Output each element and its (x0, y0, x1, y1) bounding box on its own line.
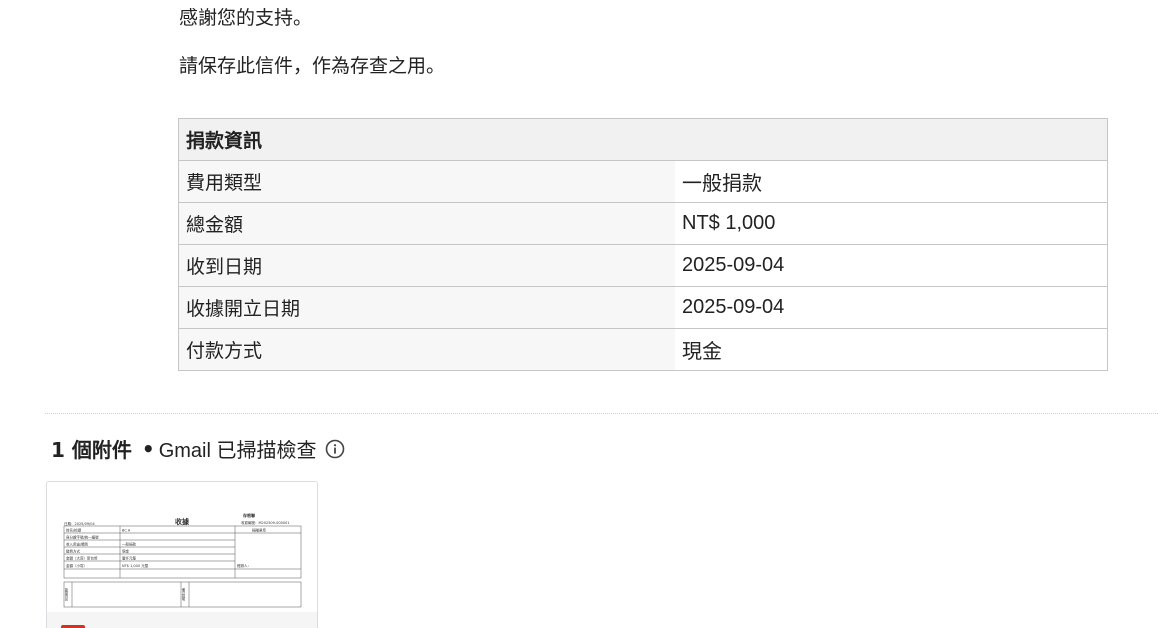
row-label: 費用類型 (178, 160, 675, 203)
table-row: 總金額 NT$ 1,000 (178, 202, 1108, 245)
row-value: 2025-09-04 (675, 286, 1108, 329)
row-value: 2025-09-04 (675, 244, 1108, 287)
attachments-header: 1 個附件 • Gmail 已掃描檢查 (51, 434, 345, 463)
keep-email-paragraph: 請保存此信件，作為存查之用。 (179, 55, 446, 77)
row-label: 收據開立日期 (178, 286, 675, 329)
preview-row-label: 身分證字號/統一編號 (66, 535, 99, 540)
row-value: 一般捐款 (675, 160, 1108, 203)
preview-reviewer: 經辦人： (237, 563, 251, 568)
table-header-row: 捐款資訊 (178, 118, 1108, 161)
preview-date: 日期：2025/09/04 (64, 521, 95, 526)
table-row: 付款方式 現金 (178, 328, 1108, 371)
preview-footer-right: 備註說明 (181, 587, 185, 602)
preview-footer-left: 新聞資訊 (64, 587, 68, 602)
preview-seal-label: 捐贈單章 (252, 528, 266, 533)
scan-status: Gmail 已掃描檢查 (158, 440, 317, 462)
preview-receipt-no: 收據編號：M202509-000001 (241, 520, 290, 525)
preview-row-value: NT$ 1,000 元整 (122, 563, 149, 568)
table-row: 收據開立日期 2025-09-04 (178, 286, 1108, 329)
attachment-card[interactable]: 收據 存根聯 日期：2025/09/04 收據編號：M202509-000001… (46, 481, 318, 628)
table-row: 費用類型 一般捐款 (178, 160, 1108, 203)
table-row: 收到日期 2025-09-04 (178, 244, 1108, 287)
donation-info-table: 捐款資訊 費用類型 一般捐款 總金額 NT$ 1,000 收到日期 2025-0… (178, 118, 1108, 371)
attachments-divider (45, 413, 1158, 414)
preview-row-label: 姓名/抬頭 (66, 528, 82, 533)
info-icon[interactable] (325, 439, 345, 459)
row-value: NT$ 1,000 (675, 202, 1108, 245)
preview-row-value: 一般捐款 (122, 542, 136, 547)
preview-title: 收據 (175, 517, 190, 526)
preview-row-label: 繳費方式 (66, 549, 80, 554)
preview-stamp: 存根聯 (242, 512, 255, 518)
row-label: 總金額 (178, 202, 675, 245)
preview-row-label: 金額（小寫） (66, 563, 87, 568)
preview-row-value: 現金 (122, 549, 129, 554)
attachment-preview: 收據 存根聯 日期：2025/09/04 收據編號：M202509-000001… (47, 482, 317, 612)
row-label: 收到日期 (178, 244, 675, 287)
preview-row-value: 壹仟元整 (122, 556, 136, 561)
email-body: 感謝您的支持。 請保存此信件，作為存查之用。 捐款資訊 費用類型 一般捐款 總金… (0, 0, 1158, 628)
attachment-count: 1 個附件 (51, 438, 132, 462)
table-header: 捐款資訊 (178, 118, 1108, 161)
preview-row-value: BC A (122, 529, 131, 533)
thanks-paragraph: 感謝您的支持。 (179, 7, 313, 29)
receipt-preview-image: 收據 存根聯 日期：2025/09/04 收據編號：M202509-000001… (64, 512, 302, 608)
preview-row-label: 金額（大寫）新台幣 (66, 556, 98, 561)
preview-row-label: 收入用途/類別 (66, 542, 89, 547)
separator-dot: • (141, 436, 155, 461)
row-value: 現金 (675, 328, 1108, 371)
row-label: 付款方式 (178, 328, 675, 371)
